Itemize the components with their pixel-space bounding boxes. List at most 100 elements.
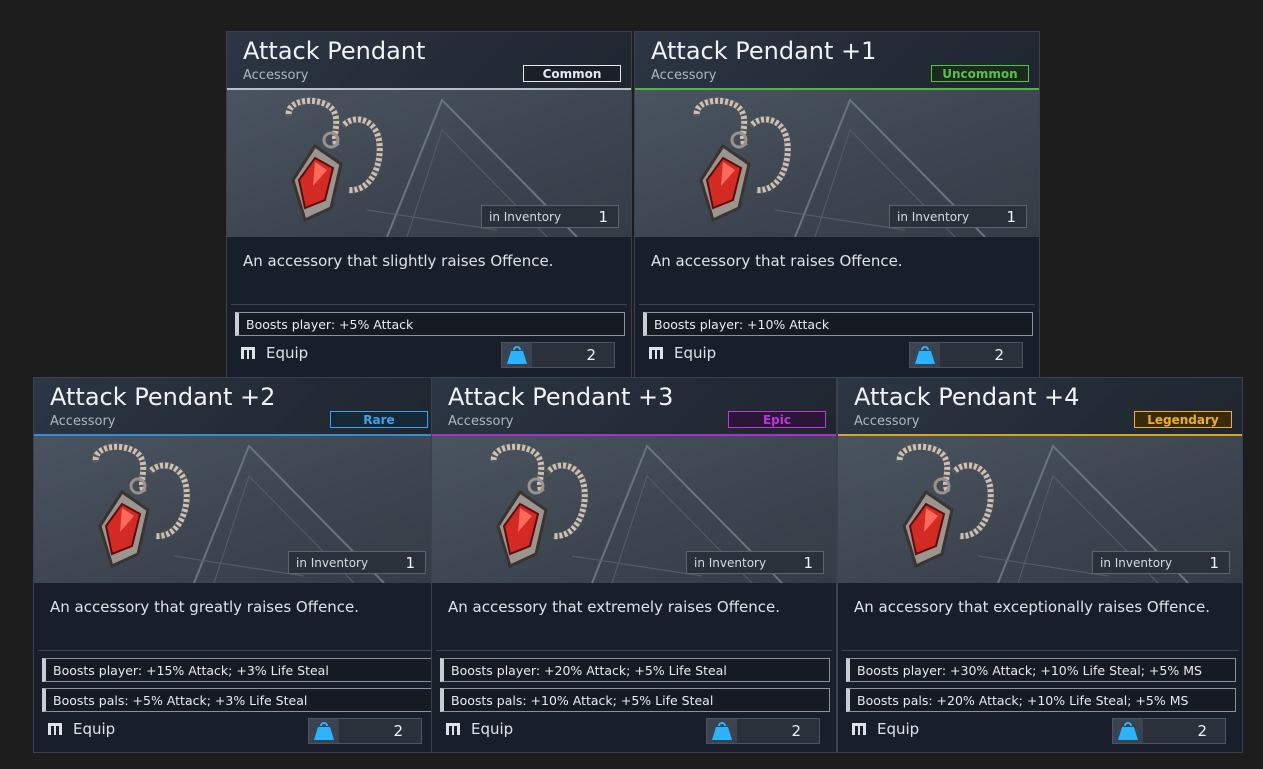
boost-text: Boosts player: +10% Attack (654, 317, 830, 332)
weight-icon-holder (910, 343, 940, 367)
weight-box: 2 (909, 342, 1023, 368)
weight-icon-holder (502, 343, 532, 367)
attack-pendant-icon (896, 443, 994, 569)
boost-text: Boosts pals: +5% Attack; +3% Life Steal (53, 693, 308, 708)
item-tooltip-card: Attack Pendant +1 Accessory Uncommon in … (634, 31, 1040, 378)
weight-icon (507, 346, 527, 364)
boost-text: Boosts player: +30% Attack; +10% Life St… (857, 663, 1202, 678)
item-description: An accessory that raises Offence. (651, 252, 903, 270)
rarity-badge: Uncommon (931, 65, 1029, 82)
weight-box: 2 (501, 342, 615, 368)
item-image-area: in Inventory 1 (635, 90, 1039, 237)
inventory-count: 1 (1006, 208, 1016, 226)
item-title: Attack Pendant +3 (448, 383, 674, 411)
item-tooltip-card: Attack Pendant Accessory Common in Inven… (226, 31, 632, 378)
item-tooltip-card: Attack Pendant +3 Accessory Epic in Inve… (431, 377, 837, 753)
item-category: Accessory (651, 68, 717, 83)
rarity-badge: Rare (330, 411, 428, 428)
rarity-badge: Legendary (1134, 411, 1232, 428)
boost-row: Boosts player: +5% Attack (235, 312, 625, 336)
equip-icon (852, 723, 866, 735)
weight-icon-holder (707, 719, 737, 743)
item-title: Attack Pendant +4 (854, 383, 1080, 411)
divider (38, 650, 434, 651)
item-image-area: in Inventory 1 (227, 90, 631, 237)
item-description: An accessory that extremely raises Offen… (448, 598, 781, 616)
item-image-area: in Inventory 1 (838, 436, 1242, 583)
equip-label: Equip (674, 344, 717, 362)
item-image-area: in Inventory 1 (34, 436, 438, 583)
weight-icon (712, 722, 732, 740)
equip-action[interactable]: Equip (649, 344, 716, 362)
inventory-count-box: in Inventory 1 (481, 205, 619, 228)
equip-label: Equip (73, 720, 116, 738)
equip-action[interactable]: Equip (48, 720, 115, 738)
rarity-badge: Epic (728, 411, 826, 428)
weight-box: 2 (1112, 718, 1226, 744)
inventory-count: 1 (598, 208, 608, 226)
attack-pendant-icon (490, 443, 588, 569)
inventory-label: in Inventory (694, 556, 767, 570)
weight-icon-holder (1113, 719, 1143, 743)
divider (436, 650, 832, 651)
item-title: Attack Pendant +2 (50, 383, 276, 411)
equip-label: Equip (266, 344, 309, 362)
boost-row: Boosts pals: +5% Attack; +3% Life Steal (42, 688, 432, 712)
item-image-area: in Inventory 1 (432, 436, 836, 583)
boost-row: Boosts pals: +20% Attack; +10% Life Stea… (846, 688, 1236, 712)
inventory-label: in Inventory (897, 210, 970, 224)
item-description: An accessory that exceptionally raises O… (854, 598, 1211, 616)
weight-icon (1118, 722, 1138, 740)
inventory-label: in Inventory (489, 210, 562, 224)
item-description: An accessory that greatly raises Offence… (50, 598, 360, 616)
boost-text: Boosts pals: +20% Attack; +10% Life Stea… (857, 693, 1189, 708)
equip-label: Equip (471, 720, 514, 738)
weight-box: 2 (308, 718, 422, 744)
item-category: Accessory (243, 68, 309, 83)
boost-row: Boosts pals: +10% Attack; +5% Life Steal (440, 688, 830, 712)
item-description: An accessory that slightly raises Offenc… (243, 252, 554, 270)
attack-pendant-icon (285, 97, 383, 223)
weight-value: 2 (1197, 722, 1207, 740)
weight-value: 2 (791, 722, 801, 740)
weight-icon (314, 722, 334, 740)
inventory-count: 1 (803, 554, 813, 572)
equip-icon (48, 723, 62, 735)
weight-value: 2 (393, 722, 403, 740)
weight-icon-holder (309, 719, 339, 743)
boost-text: Boosts player: +5% Attack (246, 317, 414, 332)
weight-value: 2 (994, 346, 1004, 364)
inventory-count-box: in Inventory 1 (1092, 551, 1230, 574)
inventory-count: 1 (1209, 554, 1219, 572)
equip-icon (446, 723, 460, 735)
divider (231, 304, 627, 305)
inventory-count-box: in Inventory 1 (288, 551, 426, 574)
item-category: Accessory (448, 414, 514, 429)
item-tooltip-card: Attack Pendant +4 Accessory Legendary in… (837, 377, 1243, 753)
attack-pendant-icon (693, 97, 791, 223)
weight-icon (915, 346, 935, 364)
inventory-count-box: in Inventory 1 (686, 551, 824, 574)
equip-action[interactable]: Equip (241, 344, 308, 362)
item-title: Attack Pendant (243, 37, 426, 65)
boost-row: Boosts player: +10% Attack (643, 312, 1033, 336)
item-tooltip-card: Attack Pendant +2 Accessory Rare in Inve… (33, 377, 439, 753)
inventory-label: in Inventory (296, 556, 369, 570)
equip-action[interactable]: Equip (852, 720, 919, 738)
item-title: Attack Pendant +1 (651, 37, 877, 65)
boost-text: Boosts pals: +10% Attack; +5% Life Steal (451, 693, 714, 708)
equip-icon (649, 347, 663, 359)
weight-value: 2 (586, 346, 596, 364)
inventory-count: 1 (405, 554, 415, 572)
boost-row: Boosts player: +20% Attack; +5% Life Ste… (440, 658, 830, 682)
weight-box: 2 (706, 718, 820, 744)
divider (842, 650, 1238, 651)
rarity-badge: Common (523, 65, 621, 82)
equip-icon (241, 347, 255, 359)
divider (639, 304, 1035, 305)
boost-text: Boosts player: +15% Attack; +3% Life Ste… (53, 663, 329, 678)
equip-action[interactable]: Equip (446, 720, 513, 738)
item-category: Accessory (854, 414, 920, 429)
attack-pendant-icon (92, 443, 190, 569)
equip-label: Equip (877, 720, 920, 738)
